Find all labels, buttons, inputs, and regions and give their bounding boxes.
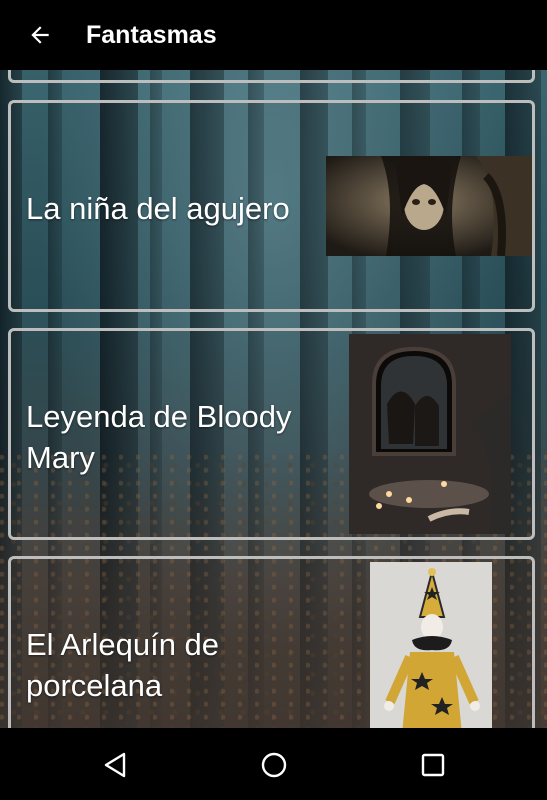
harlequin-doll-thumbnail — [370, 562, 492, 728]
circle-home-icon — [261, 752, 287, 778]
mirror-candles-thumbnail — [349, 334, 511, 534]
list-item[interactable]: Leyenda de Bloody Mary — [8, 328, 535, 540]
triangle-back-icon — [104, 752, 126, 778]
story-title: La niña del agujero — [26, 191, 290, 226]
nav-recents-button[interactable] — [413, 748, 453, 782]
nav-back-button[interactable] — [95, 748, 135, 782]
app-bar: Fantasmas — [0, 0, 547, 70]
nav-home-button[interactable] — [254, 748, 294, 782]
story-title: Leyenda de Bloody Mary — [26, 399, 292, 475]
arrow-back-icon — [31, 26, 49, 44]
page-title: Fantasmas — [86, 20, 217, 49]
list-item[interactable]: El Arlequín de porcelana — [8, 556, 535, 728]
list-item[interactable] — [8, 70, 535, 83]
story-title: El Arlequín de porcelana — [26, 627, 220, 703]
square-recents-icon — [421, 753, 445, 777]
navigation-bar — [0, 728, 547, 800]
girl-in-hole-thumbnail — [326, 156, 532, 256]
back-button[interactable] — [20, 15, 60, 55]
list-item[interactable]: La niña del agujero — [8, 100, 535, 312]
story-list: La niña del agujero Leyenda de Bloody Ma… — [0, 70, 547, 728]
